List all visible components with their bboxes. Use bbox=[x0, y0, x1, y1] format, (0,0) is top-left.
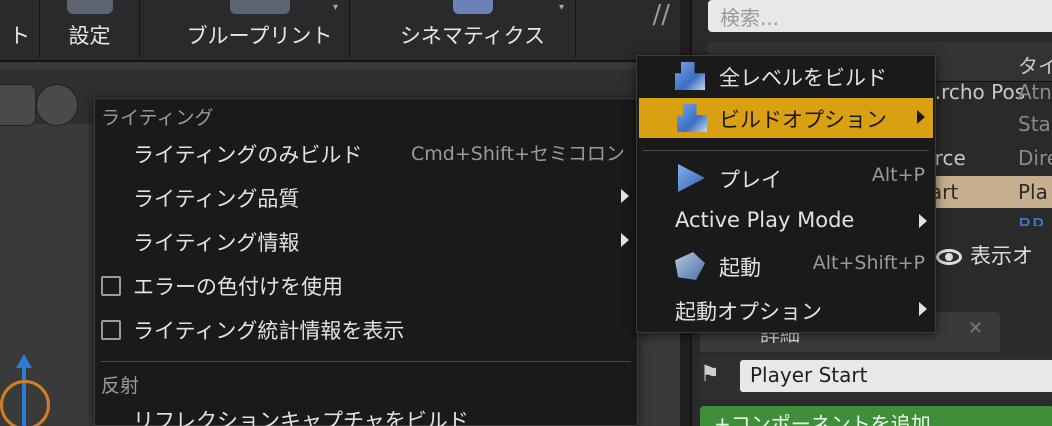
build-icon bbox=[675, 62, 705, 90]
toolbar-button-partial[interactable]: ト bbox=[0, 0, 40, 58]
blueprint-icon bbox=[229, 0, 290, 14]
use-error-coloring-item[interactable]: エラーの色付けを使用 bbox=[95, 265, 637, 305]
settings-label: 設定 bbox=[68, 24, 111, 48]
lighting-info-item[interactable]: ライティング情報 bbox=[95, 221, 637, 261]
menu-item-shortcut: Alt+P bbox=[871, 164, 925, 186]
add-component-button[interactable]: +コンポーネントを追加 bbox=[700, 406, 1052, 426]
actor-name-field[interactable]: Player Start bbox=[740, 360, 1052, 392]
type-column-header[interactable]: タイ bbox=[1018, 50, 1052, 79]
row-name: ...rcho Pos bbox=[922, 80, 1026, 104]
menu-item-label: 全レベルをビルド bbox=[719, 66, 887, 90]
menu-divider bbox=[101, 361, 631, 362]
menu-item-label: プレイ bbox=[719, 168, 782, 192]
menu-item-label: ライティング統計情報を表示 bbox=[133, 319, 405, 343]
world-icon[interactable] bbox=[36, 84, 78, 126]
menu-item-label: ライティング品質 bbox=[133, 187, 300, 211]
menu-item-label: 起動オプション bbox=[675, 300, 822, 324]
row-type: Dire bbox=[1018, 146, 1052, 170]
menu-divider bbox=[643, 150, 929, 151]
view-options-button[interactable]: 表示オ bbox=[936, 240, 1033, 270]
player-start-icon: ⚑ bbox=[700, 362, 720, 387]
menu-item-label: ライティング情報 bbox=[133, 231, 300, 255]
menu-item-label: 起動 bbox=[719, 256, 761, 280]
transform-icon[interactable] bbox=[0, 84, 36, 126]
close-icon[interactable]: ✕ bbox=[968, 318, 983, 339]
build-options-item[interactable]: ビルドオプション bbox=[639, 98, 933, 138]
blueprint-label: ブループリント bbox=[186, 24, 333, 48]
menu-item-label: ビルドオプション bbox=[719, 108, 887, 132]
launch-options-item[interactable]: 起動オプション bbox=[637, 290, 935, 330]
section-reflection: 反射 bbox=[101, 375, 140, 397]
launch-icon bbox=[675, 252, 705, 280]
actor-name-value: Player Start bbox=[750, 363, 868, 387]
launch-item[interactable]: 起動 Alt+Shift+P bbox=[637, 246, 935, 286]
submenu-arrow-icon bbox=[919, 302, 927, 316]
menu-item-label: Active Play Mode bbox=[675, 208, 855, 232]
eye-icon bbox=[936, 249, 962, 265]
submenu-arrow-icon bbox=[919, 214, 927, 228]
section-lighting: ライティング bbox=[101, 107, 214, 129]
cinematics-button[interactable]: ▾ シネマティクス bbox=[370, 0, 576, 58]
cinematics-label: シネマティクス bbox=[399, 24, 546, 48]
menu-item-label: リフレクションキャプチャをビルド bbox=[133, 409, 469, 426]
cinematics-dropdown-icon[interactable]: ▾ bbox=[559, 2, 569, 13]
checkbox[interactable] bbox=[101, 276, 121, 296]
row-type: BP bbox=[1018, 214, 1044, 226]
checkbox[interactable] bbox=[101, 320, 121, 340]
submenu-arrow-icon bbox=[621, 189, 629, 203]
gizmo-rotation-icon bbox=[0, 380, 50, 426]
blueprint-dropdown-icon[interactable]: ▾ bbox=[333, 2, 343, 13]
cinematics-icon bbox=[452, 0, 493, 14]
submenu-arrow-icon bbox=[621, 233, 629, 247]
active-play-mode-item[interactable]: Active Play Mode bbox=[637, 202, 935, 242]
row-type: Atn bbox=[1018, 80, 1052, 104]
build-all-levels-item[interactable]: 全レベルをビルド bbox=[637, 56, 935, 96]
play-icon bbox=[678, 164, 705, 192]
build-icon bbox=[677, 104, 707, 132]
search-input[interactable]: 検索... bbox=[708, 0, 1052, 32]
settings-icon bbox=[66, 0, 113, 14]
submenu-arrow-icon bbox=[917, 110, 925, 124]
lighting-menu: ライティング ライティングのみビルド Cmd+Shift+セミコロン ライティン… bbox=[94, 98, 638, 426]
show-lighting-stats-item[interactable]: ライティング統計情報を表示 bbox=[95, 309, 637, 349]
build-menu: 全レベルをビルド ビルドオプション プレイ Alt+P Active Play … bbox=[636, 55, 936, 333]
menu-item-label: エラーの色付けを使用 bbox=[133, 275, 343, 299]
settings-button[interactable]: 設定 bbox=[40, 0, 140, 58]
add-component-label: +コンポーネントを追加 bbox=[714, 412, 931, 426]
main-toolbar: ト 設定 ▾ ブループリント ▾ シネマティクス // bbox=[0, 0, 680, 62]
build-reflection-captures-item[interactable]: リフレクションキャプチャをビルド bbox=[95, 399, 637, 426]
toolbar-button-label: ト bbox=[9, 24, 30, 48]
menu-item-shortcut: Alt+Shift+P bbox=[812, 252, 925, 274]
play-item[interactable]: プレイ Alt+P bbox=[637, 158, 935, 198]
toolbar-overflow-icon[interactable]: // bbox=[652, 0, 670, 30]
view-options-label: 表示オ bbox=[970, 244, 1033, 268]
build-lighting-only-item[interactable]: ライティングのみビルド Cmd+Shift+セミコロン bbox=[95, 133, 637, 173]
lighting-quality-item[interactable]: ライティング品質 bbox=[95, 177, 637, 217]
menu-item-label: ライティングのみビルド bbox=[133, 143, 363, 167]
row-type: Pla bbox=[1018, 180, 1048, 204]
row-type: Sta bbox=[1018, 112, 1051, 136]
blueprint-button[interactable]: ▾ ブループリント bbox=[170, 0, 350, 58]
search-placeholder: 検索... bbox=[720, 6, 780, 30]
menu-item-shortcut: Cmd+Shift+セミコロン bbox=[411, 143, 625, 165]
